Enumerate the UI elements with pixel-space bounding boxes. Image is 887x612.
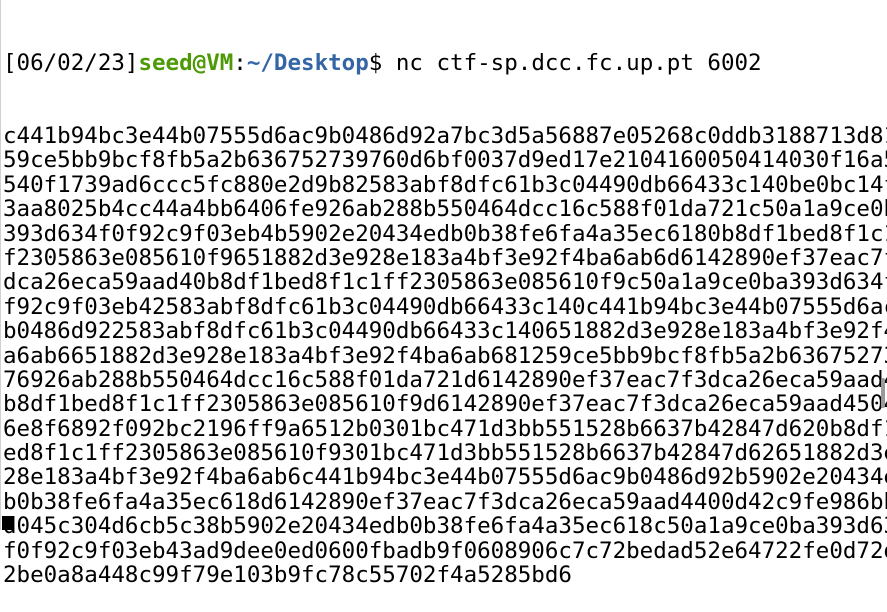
output-line: 393d634f0f92c9f03eb4b5902e20434edb0b38fe… <box>3 220 887 247</box>
output-line: 6e8f6892f092bc2196ff9a6512b0301bc471d3bb… <box>3 415 887 442</box>
output-line: b8df1bed8f1c1ff2305863e085610f9d6142890e… <box>3 391 887 418</box>
output-line: ed8f1c1ff2305863e085610f9301bc471d3bb551… <box>3 440 887 467</box>
output-line: 28e183a4bf3e92f4ba6ab6c441b94bc3e44b0755… <box>3 464 887 491</box>
output-line: 76926ab288b550464dcc16c588f01da721d61428… <box>3 366 887 393</box>
prompt-user-host: seed@VM <box>138 49 234 76</box>
prompt-cwd: ~/Desktop <box>246 49 369 76</box>
prompt-line: [06/02/23]seed@VM:~/Desktop$ nc ctf-sp.d… <box>3 51 887 75</box>
output-line: 2be0a8a448c99f79e103b9fc78c55702f4a5285b… <box>3 562 572 589</box>
output-line: b0486d922583abf8dfc61b3c04490db66433c140… <box>3 318 887 345</box>
output-line: d045c304d6cb5c38b5902e20434edb0b38fe6fa4… <box>3 513 887 540</box>
command-text: nc ctf-sp.dcc.fc.up.pt 6002 <box>395 49 762 76</box>
scrollbar[interactable] <box>881 378 885 408</box>
output-line: f2305863e085610f9651882d3e928e183a4bf3e9… <box>3 244 887 271</box>
output-line: 59ce5bb9bcf8fb5a2b636752739760d6bf0037d9… <box>3 147 887 174</box>
output-line: 3aa8025b4cc44a4bb6406fe926ab288b550464dc… <box>3 196 887 223</box>
output-line: f92c9f03eb42583abf8dfc61b3c04490db66433c… <box>3 293 887 320</box>
prompt-separator: : <box>233 49 247 76</box>
prompt-date: [06/02/23] <box>3 49 139 76</box>
window-edge <box>0 0 1 530</box>
prompt-symbol: $ <box>368 49 396 76</box>
output-line: 540f1739ad6ccc5fc880e2d9b82583abf8dfc61b… <box>3 171 887 198</box>
terminal-cursor <box>2 516 14 530</box>
output-line: f0f92c9f03eb43ad9dee0ed0600fbadb9f060890… <box>3 537 887 564</box>
output-line: c441b94bc3e44b07555d6ac9b0486d92a7bc3d5a… <box>3 123 887 150</box>
output-line: a6ab6651882d3e928e183a4bf3e92f4ba6ab6812… <box>3 342 887 369</box>
output-line: dca26eca59aad40b8df1bed8f1c1ff2305863e08… <box>3 269 887 296</box>
terminal-output[interactable]: [06/02/23]seed@VM:~/Desktop$ nc ctf-sp.d… <box>3 2 887 612</box>
output-line: b0b38fe6fa4a35ec618d6142890ef37eac7f3dca… <box>3 488 887 515</box>
